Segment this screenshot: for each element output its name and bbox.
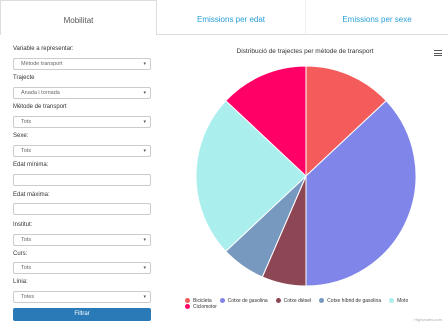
pie-chart [195, 65, 417, 287]
legend-dot-icon [389, 298, 395, 304]
legend-label: Cotxe de gasolina [227, 298, 268, 304]
legend-dot-icon [275, 298, 281, 304]
legend-dot-icon [185, 298, 190, 304]
legend-item[interactable]: Moto [389, 298, 408, 304]
legend-label: Ciclomotor [193, 304, 217, 310]
legend-item[interactable]: Cotxe híbrid de gasolina [319, 298, 381, 304]
legend-item[interactable]: Cotxe dièsel [275, 298, 312, 304]
chart-legend: Bicicleta Cotxe de gasolina Cotxe dièsel Co… [185, 298, 445, 310]
legend-dot-icon [219, 298, 225, 304]
legend-label: Cotxe híbrid de gasolina [327, 298, 382, 304]
legend-label: Cotxe dièsel [283, 298, 312, 304]
legend-item[interactable]: Ciclomotor [185, 304, 217, 310]
legend-label: Moto [397, 298, 409, 304]
legend-item[interactable]: Cotxe de gasolina [219, 298, 268, 304]
legend-dot-icon [185, 304, 190, 310]
chart-credit: Highcharts.com [414, 317, 442, 322]
legend-dot-icon [319, 298, 325, 304]
